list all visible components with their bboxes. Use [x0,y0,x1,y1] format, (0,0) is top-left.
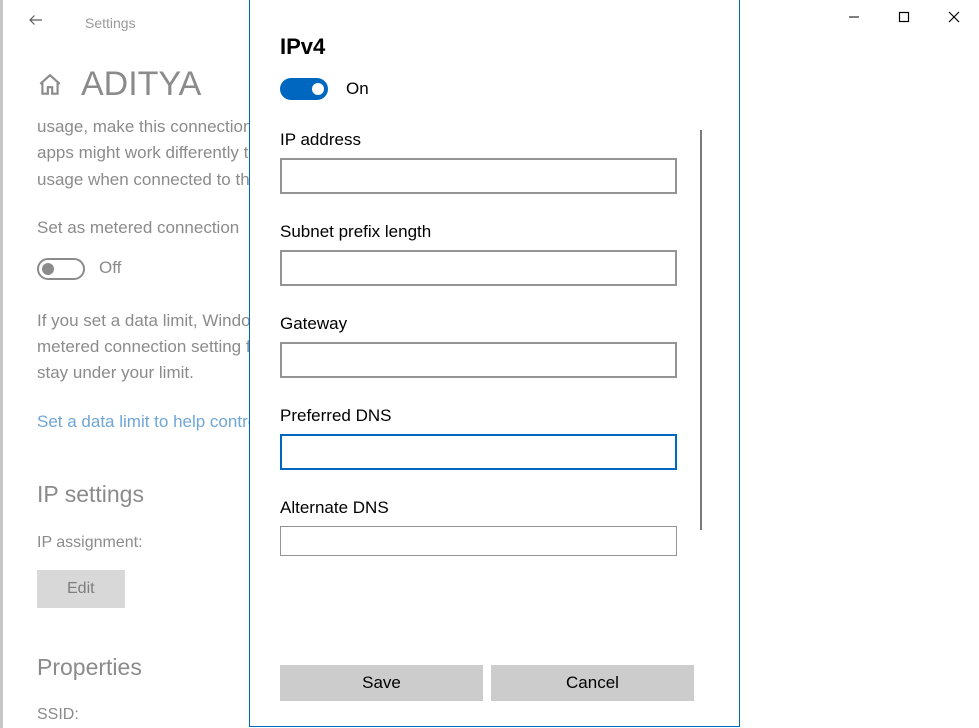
subnet-input[interactable] [280,250,677,286]
dialog-buttons: Save Cancel [280,665,694,701]
preferred-dns-input[interactable] [280,434,677,470]
subnet-label: Subnet prefix length [280,222,709,242]
ip-address-input[interactable] [280,158,677,194]
alternate-dns-group: Alternate DNS [280,498,709,556]
window-controls [829,0,979,34]
gateway-group: Gateway [280,314,709,378]
metered-toggle-state: Off [99,255,121,281]
maximize-icon [898,11,910,23]
maximize-button[interactable] [879,0,929,34]
save-button[interactable]: Save [280,665,483,701]
ip-address-label: IP address [280,130,709,150]
alternate-dns-input[interactable] [280,526,677,556]
back-button[interactable] [27,11,57,34]
settings-title: Settings [85,15,136,31]
dialog-form: IP address Subnet prefix length Gateway … [280,130,709,556]
cancel-button[interactable]: Cancel [491,665,694,701]
subnet-group: Subnet prefix length [280,222,709,286]
preferred-dns-label: Preferred DNS [280,406,709,426]
preferred-dns-group: Preferred DNS [280,406,709,470]
arrow-left-icon [27,11,45,29]
home-icon [37,72,63,98]
close-button[interactable] [929,0,979,34]
page-title: ADITYA [81,65,201,104]
minimize-icon [848,11,860,23]
ip-address-group: IP address [280,130,709,194]
close-icon [948,11,960,23]
edit-button[interactable]: Edit [37,570,125,608]
minimize-button[interactable] [829,0,879,34]
ip-settings-dialog: IPv4 On IP address Subnet prefix length … [249,0,740,727]
alternate-dns-label: Alternate DNS [280,498,709,518]
metered-toggle[interactable] [37,258,85,280]
ipv4-toggle-row: On [280,78,709,100]
ipv4-toggle-state: On [346,79,369,99]
gateway-input[interactable] [280,342,677,378]
dialog-title: IPv4 [280,34,709,60]
ipv4-toggle[interactable] [280,78,328,100]
scrollbar[interactable] [700,130,702,530]
gateway-label: Gateway [280,314,709,334]
